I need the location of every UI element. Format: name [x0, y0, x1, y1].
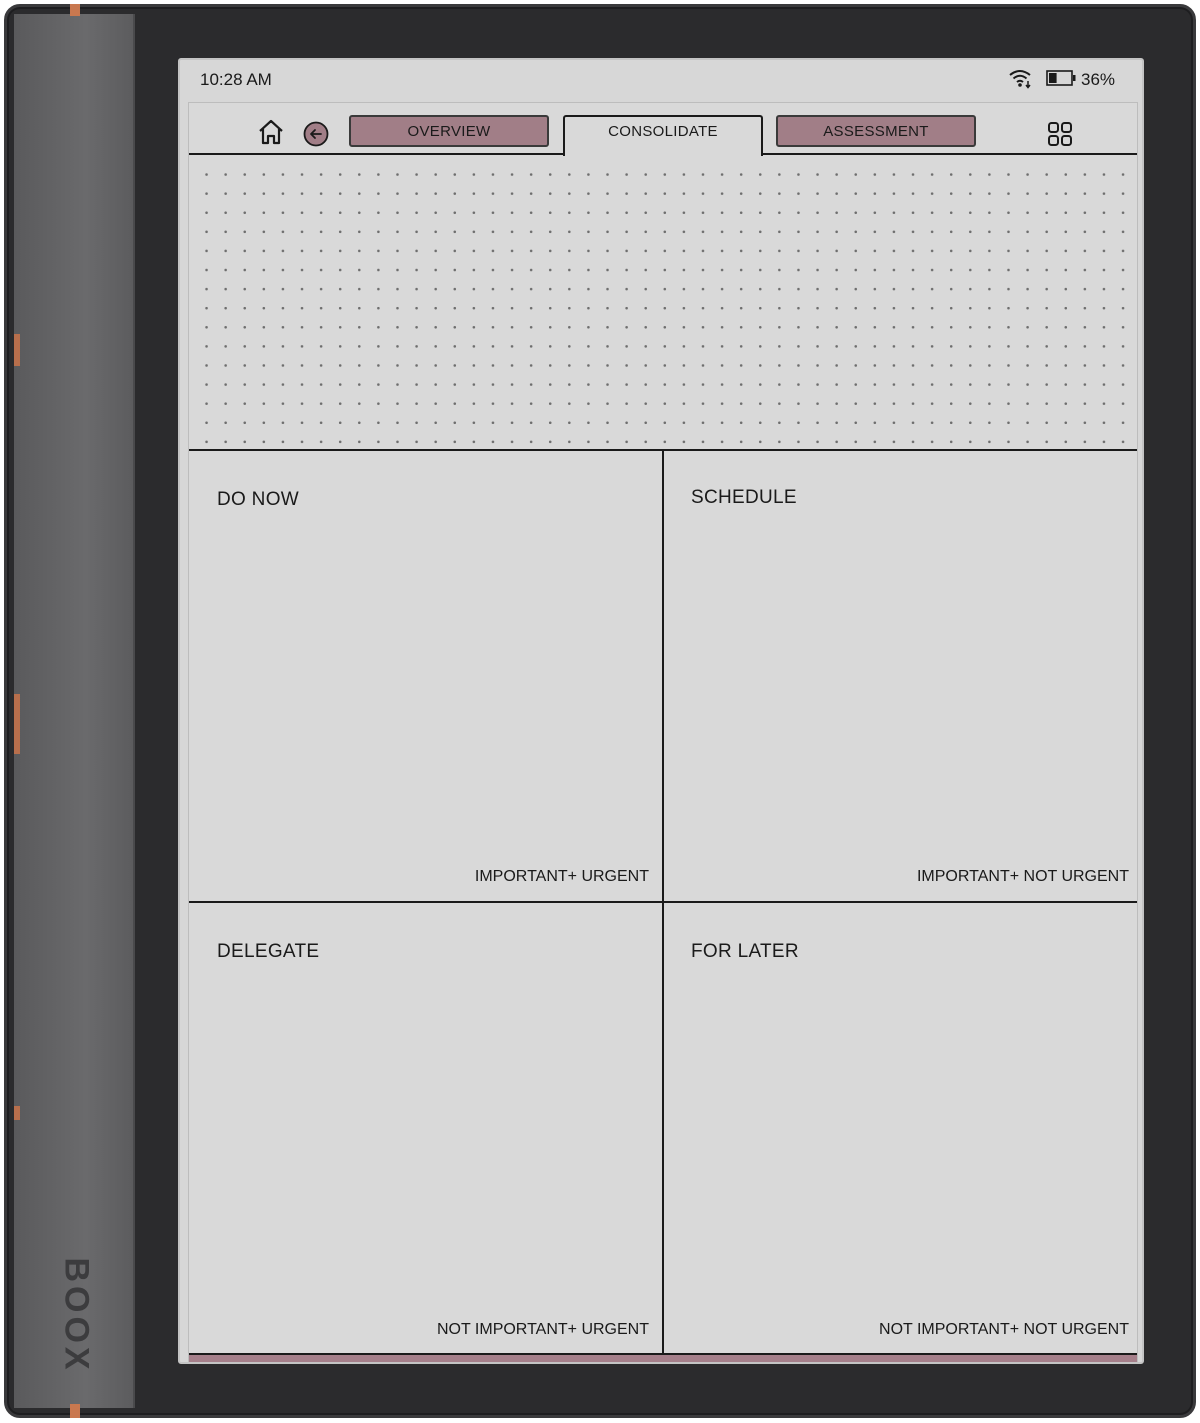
status-bar: 10:28 AM 36%	[180, 60, 1142, 100]
tab-bar: OVERVIEW CONSOLIDATE ASSESSMENT	[189, 103, 1137, 156]
battery-percentage: 36%	[1081, 70, 1116, 89]
divider-line	[189, 901, 1137, 903]
apps-grid-icon[interactable]	[1047, 121, 1073, 147]
accent-mark	[70, 1404, 80, 1418]
quadrant-note-delegate: NOT IMPORTANT+ URGENT	[436, 1321, 649, 1338]
home-icon[interactable]	[257, 118, 285, 146]
tab-consolidate[interactable]: CONSOLIDATE	[563, 115, 763, 156]
tab-assessment[interactable]: ASSESSMENT	[776, 115, 976, 147]
quadrant-note-schedule: IMPORTANT+ NOT URGENT	[916, 868, 1129, 885]
quadrant-title-delegate: DELEGATE	[217, 941, 320, 962]
back-arrow-icon[interactable]	[303, 121, 329, 147]
status-time: 10:28 AM	[200, 70, 272, 89]
side-accent-strip	[14, 1106, 20, 1120]
quadrant-title-for-later: FOR LATER	[691, 941, 799, 962]
quadrant-title-schedule: SCHEDULE	[691, 487, 797, 508]
device-screen: 10:28 AM 36% OVERVIEW CONSOLIDATE ASSESS…	[178, 58, 1144, 1364]
side-accent-strip	[14, 694, 20, 754]
dot-grid-notes-area[interactable]	[197, 165, 1129, 453]
side-accent-strip	[14, 334, 20, 366]
accent-mark	[70, 4, 80, 16]
planner-page: OVERVIEW CONSOLIDATE ASSESSMENT DO NOW I…	[188, 102, 1138, 1362]
wifi-icon	[1009, 70, 1031, 89]
tab-overview[interactable]: OVERVIEW	[349, 115, 549, 147]
quadrant-note-for-later: NOT IMPORTANT+ NOT URGENT	[879, 1321, 1129, 1338]
device-spine	[14, 14, 135, 1408]
bottom-accent-bar	[189, 1353, 1137, 1362]
brand-logo: BOOX	[57, 1256, 96, 1374]
quadrant-note-do-now: IMPORTANT+ URGENT	[474, 868, 649, 885]
battery-icon	[1046, 70, 1076, 86]
quadrant-title-do-now: DO NOW	[217, 489, 300, 510]
